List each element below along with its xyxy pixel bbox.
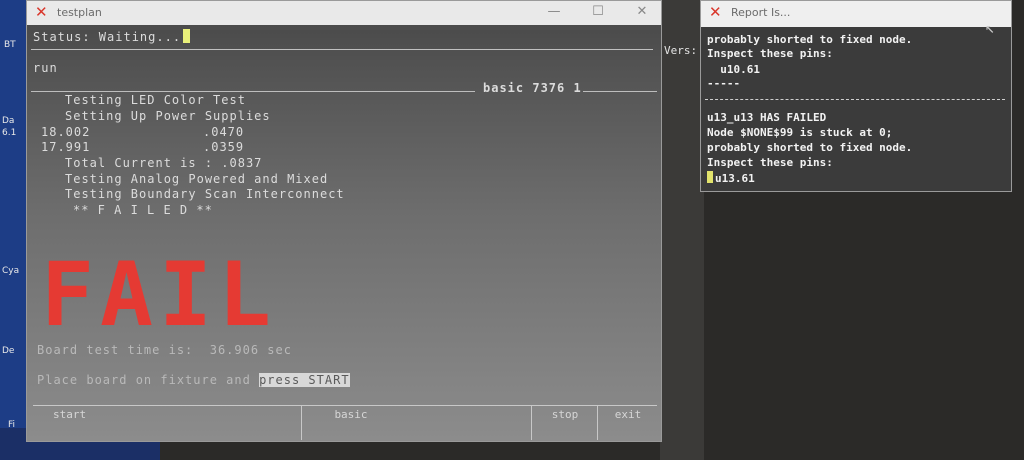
report-line: -----: [707, 77, 741, 90]
report-output[interactable]: probably shorted to fixed node. Inspect …: [701, 27, 1011, 191]
report-line: Inspect these pins:: [707, 156, 833, 169]
press-start-highlight: press START: [259, 373, 350, 387]
basic-softkey[interactable]: basic: [301, 406, 400, 440]
desktop-gap: [660, 0, 704, 460]
close-icon[interactable]: ✕: [627, 4, 657, 19]
window-title: Report Is...: [731, 6, 791, 19]
report-line: Node $NONE$99 is stuck at 0;: [707, 126, 893, 139]
place-board-prompt: Place board on fixture and press START: [37, 373, 350, 387]
report-titlebar[interactable]: ✕ Report Is...: [701, 1, 1011, 27]
voltage-reading: 18.002: [41, 125, 91, 139]
current-reading: .0470: [203, 125, 245, 139]
current-reading: .0359: [203, 140, 245, 154]
board-test-time: Board test time is: 36.906 sec: [37, 343, 292, 357]
app-x-icon: ✕: [709, 3, 722, 21]
divider: [705, 99, 1005, 100]
log-line: Testing Boundary Scan Interconnect: [65, 187, 345, 201]
text-cursor: [707, 171, 713, 183]
testplan-titlebar[interactable]: ✕ testplan — ☐ ✕: [27, 1, 661, 25]
terminal-area[interactable]: Status: Waiting... run basic 7376 1 Test…: [27, 25, 661, 441]
desktop-icon-label[interactable]: Cya: [2, 266, 19, 276]
testplan-window: ✕ testplan — ☐ ✕ Status: Waiting... run …: [26, 0, 662, 442]
voltage-reading: 17.991: [41, 140, 91, 154]
desktop-icon-label[interactable]: Da: [2, 116, 14, 126]
desktop-icon-label[interactable]: BT: [4, 40, 16, 50]
divider: [583, 91, 657, 92]
divider: [31, 49, 653, 50]
total-current: Total Current is : .0837: [65, 156, 263, 170]
text-cursor: [183, 29, 191, 43]
start-softkey[interactable]: start: [33, 406, 301, 440]
minimize-icon[interactable]: —: [539, 4, 569, 19]
desktop-icon-label[interactable]: Fi: [8, 420, 15, 430]
log-line: Testing Analog Powered and Mixed: [65, 172, 329, 186]
desktop-icon-label[interactable]: De: [2, 346, 14, 356]
window-title: testplan: [57, 6, 102, 19]
log-line: Setting Up Power Supplies: [65, 109, 271, 123]
failed-banner: ** F A I L E D **: [73, 203, 213, 217]
divider: [31, 91, 475, 92]
report-line: probably shorted to fixed node.: [707, 33, 913, 46]
softkey-bar: start basic stop exit: [33, 405, 657, 440]
status-line: Status: Waiting...: [33, 29, 191, 44]
report-line: Inspect these pins:: [707, 47, 833, 60]
exit-softkey[interactable]: exit: [597, 406, 658, 440]
command-line: run: [33, 61, 58, 75]
version-label: Vers:: [664, 44, 698, 57]
app-x-icon: ✕: [35, 3, 48, 21]
report-line: u10.61: [707, 63, 760, 76]
maximize-icon[interactable]: ☐: [583, 4, 613, 19]
stop-softkey[interactable]: stop: [531, 406, 598, 440]
fail-indicator: FAIL: [41, 243, 277, 346]
desktop-icon-label[interactable]: 6.1: [2, 128, 16, 138]
test-header: basic 7376 1: [483, 81, 582, 95]
report-line: u13_u13 HAS FAILED: [707, 111, 827, 124]
report-pin-line: u13.61: [707, 171, 755, 185]
report-line: probably shorted to fixed node.: [707, 141, 913, 154]
log-line: Testing LED Color Test: [65, 93, 246, 107]
report-window: ✕ Report Is... probably shorted to fixed…: [700, 0, 1012, 192]
mouse-pointer-icon: ↖: [985, 18, 995, 37]
